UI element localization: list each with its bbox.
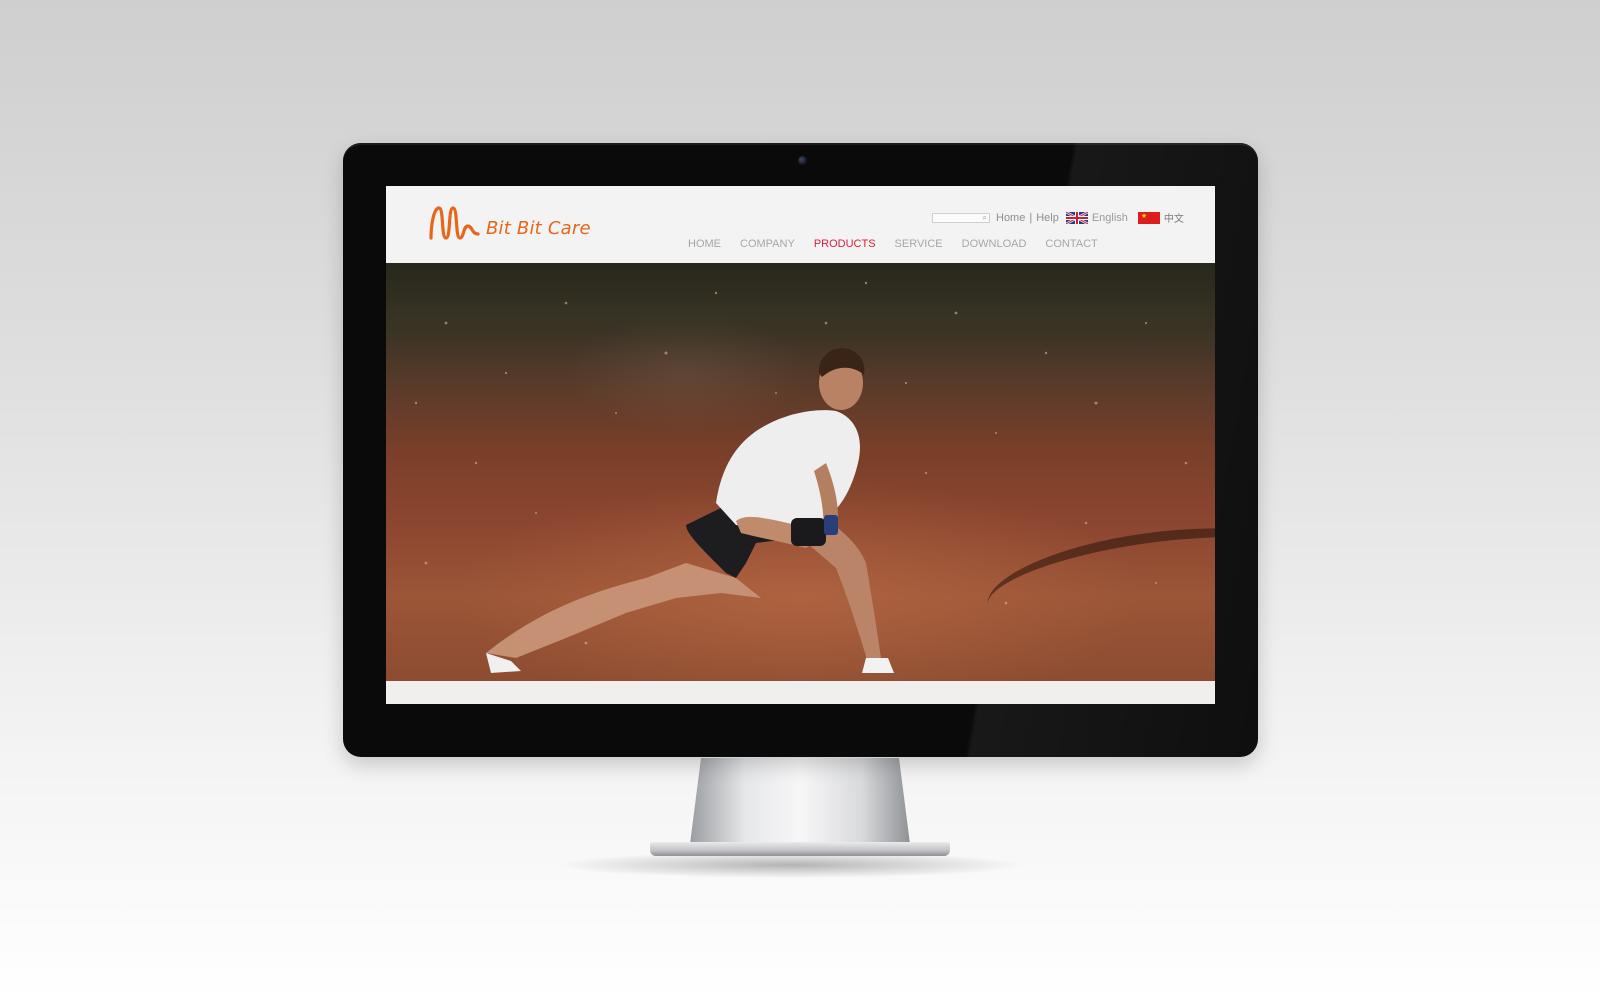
help-link[interactable]: Help — [1036, 212, 1059, 224]
monitor-stand — [690, 758, 910, 844]
nav-contact[interactable]: CONTACT — [1045, 238, 1097, 250]
search-input[interactable]: ⌕ — [932, 212, 990, 223]
china-flag-icon[interactable]: ★ — [1137, 211, 1160, 224]
brand-name: Bit Bit Care — [486, 218, 591, 239]
brand-logo[interactable]: Bit Bit Care — [428, 204, 591, 242]
language-english-link[interactable]: English — [1092, 212, 1128, 224]
hero-athlete-image — [414, 281, 1188, 673]
nav-download[interactable]: DOWNLOAD — [962, 238, 1027, 250]
site-footer-strip — [386, 681, 1215, 704]
webcam-icon — [798, 156, 807, 165]
utility-bar: ⌕ Home | Help English ★ 中文 — [932, 210, 1184, 225]
nav-products[interactable]: PRODUCTS — [814, 238, 876, 250]
language-chinese-link[interactable]: 中文 — [1164, 210, 1184, 225]
monitor-base — [650, 842, 950, 856]
nav-service[interactable]: SERVICE — [895, 238, 943, 250]
nav-home[interactable]: HOME — [688, 238, 721, 250]
link-separator: | — [1029, 211, 1033, 224]
hero-banner[interactable] — [386, 263, 1215, 681]
uk-flag-icon[interactable] — [1065, 210, 1089, 225]
search-icon[interactable]: ⌕ — [983, 213, 987, 223]
home-link[interactable]: Home — [996, 212, 1025, 224]
website-screen: Bit Bit Care ⌕ Home | Help English ★ 中文 … — [386, 186, 1215, 704]
main-nav: HOME COMPANY PRODUCTS SERVICE DOWNLOAD C… — [688, 238, 1117, 250]
nav-company[interactable]: COMPANY — [740, 238, 795, 250]
wave-logo-icon — [428, 204, 484, 242]
site-header: Bit Bit Care ⌕ Home | Help English ★ 中文 … — [386, 186, 1215, 263]
